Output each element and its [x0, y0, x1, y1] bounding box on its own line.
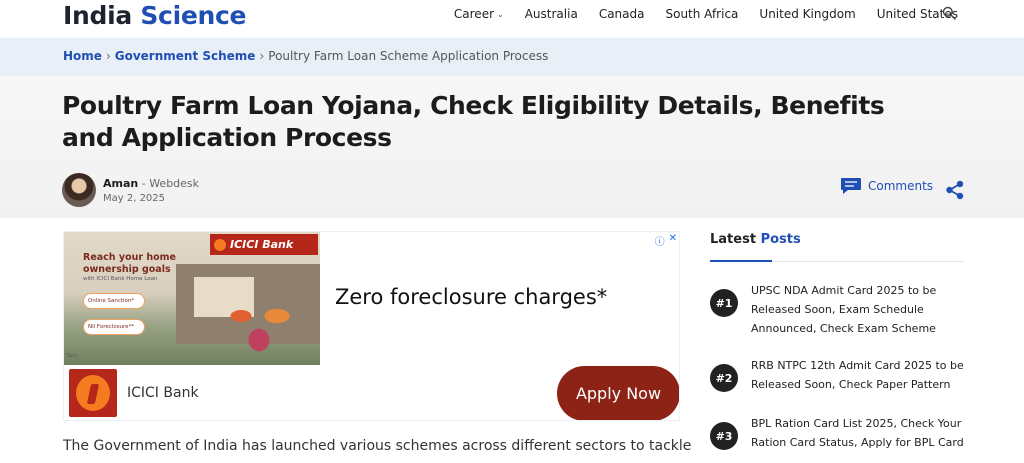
site-header: India Science Career ⌄ Australia Canada S…: [0, 0, 1024, 38]
ad-info-icon[interactable]: ⓘ: [655, 233, 665, 248]
section-divider: [710, 260, 964, 262]
ad-family-illustration: [214, 292, 304, 352]
nav-item-australia[interactable]: Australia: [525, 7, 578, 21]
post-rank-badge: #1: [710, 289, 738, 317]
latest-posts-heading-part1: Latest: [710, 232, 757, 247]
comment-icon: [841, 178, 861, 194]
breadcrumb-home-link[interactable]: Home: [63, 49, 102, 63]
avatar[interactable]: [62, 173, 96, 207]
icici-logo[interactable]: [69, 369, 117, 417]
post-rank-badge: #3: [710, 422, 738, 450]
nav-item-label: Australia: [524, 7, 578, 21]
advertisement[interactable]: ICICI Bank Reach your home ownership goa…: [63, 231, 680, 421]
article-header: Poultry Farm Loan Yojana, Check Eligibil…: [0, 76, 1024, 218]
logo-part-1: India: [63, 1, 132, 30]
ad-advertiser-name[interactable]: ICICI Bank: [127, 385, 199, 401]
author-role: - Webdesk: [141, 177, 200, 190]
post-title-link[interactable]: BPL Ration Card List 2025, Check Your Ra…: [751, 414, 973, 452]
main-nav: Career ⌄ Australia Canada South Africa Un…: [433, 7, 958, 21]
chevron-down-icon: ⌄: [497, 9, 504, 19]
nav-item-label: Career: [453, 7, 495, 21]
apply-now-button[interactable]: Apply Now: [557, 366, 679, 420]
ad-image-subheading: with ICICI Bank Home Loan: [83, 276, 158, 282]
post-title-link[interactable]: UPSC NDA Admit Card 2025 to be Released …: [751, 281, 973, 338]
publish-date: May 2, 2025: [103, 193, 166, 204]
ad-choices: ⓘ ✕: [651, 233, 677, 248]
ad-bank-banner-label: ICICI Bank: [230, 238, 294, 251]
latest-posts-heading: Latest Posts: [710, 232, 801, 247]
search-icon[interactable]: [942, 6, 956, 20]
divider-accent: [710, 260, 772, 262]
ad-close-icon[interactable]: ✕: [669, 233, 677, 248]
nav-item-label: South Africa: [665, 7, 739, 21]
latest-posts-heading-part2: Posts: [760, 232, 801, 247]
ad-bank-banner: ICICI Bank: [210, 234, 318, 255]
ad-image[interactable]: ICICI Bank Reach your home ownership goa…: [64, 232, 320, 365]
breadcrumb-current: Poultry Farm Loan Scheme Application Pro…: [268, 49, 549, 63]
article-body-paragraph: The Government of India has launched var…: [63, 438, 692, 454]
breadcrumb-separator: ›: [259, 49, 265, 63]
post-title-link[interactable]: RRB NTPC 12th Admit Card 2025 to be Rele…: [751, 356, 973, 394]
breadcrumb-bar: Home › Government Scheme › Poultry Farm Loan…: [0, 38, 1024, 76]
ad-fine-print: T&Cs: [66, 354, 78, 359]
page-title: Poultry Farm Loan Yojana, Check Eligibil…: [62, 91, 885, 152]
nav-item-career[interactable]: Career ⌄: [454, 7, 504, 21]
ad-pill-nil-foreclosure: Nil Foreclosure**: [83, 319, 145, 335]
icici-logo-icon: [214, 238, 226, 251]
comments-label: Comments: [868, 179, 934, 193]
nav-item-canada[interactable]: Canada: [599, 7, 645, 21]
logo-part-2: Science: [140, 1, 247, 30]
post-rank-badge: #2: [710, 364, 738, 392]
nav-item-label: Canada: [598, 7, 645, 21]
author-name[interactable]: Aman: [103, 177, 138, 190]
breadcrumb-separator: ›: [105, 49, 111, 63]
site-logo[interactable]: India Science: [63, 1, 246, 30]
nav-item-label: United Kingdom: [759, 7, 856, 21]
comments-link[interactable]: Comments: [840, 177, 933, 195]
author-line: Aman - Webdesk: [103, 177, 199, 190]
ad-image-heading: Reach your home ownership goals: [83, 252, 176, 275]
ad-pill-online-sanction: Online Sanction*: [83, 293, 145, 309]
ad-headline[interactable]: Zero foreclosure charges*: [335, 285, 607, 309]
share-icon[interactable]: [945, 180, 965, 200]
nav-item-south-africa[interactable]: South Africa: [665, 7, 738, 21]
breadcrumb-category-link[interactable]: Government Scheme: [115, 49, 256, 63]
breadcrumb: Home › Government Scheme › Poultry Farm Loan…: [63, 49, 548, 63]
nav-item-united-kingdom[interactable]: United Kingdom: [759, 7, 855, 21]
